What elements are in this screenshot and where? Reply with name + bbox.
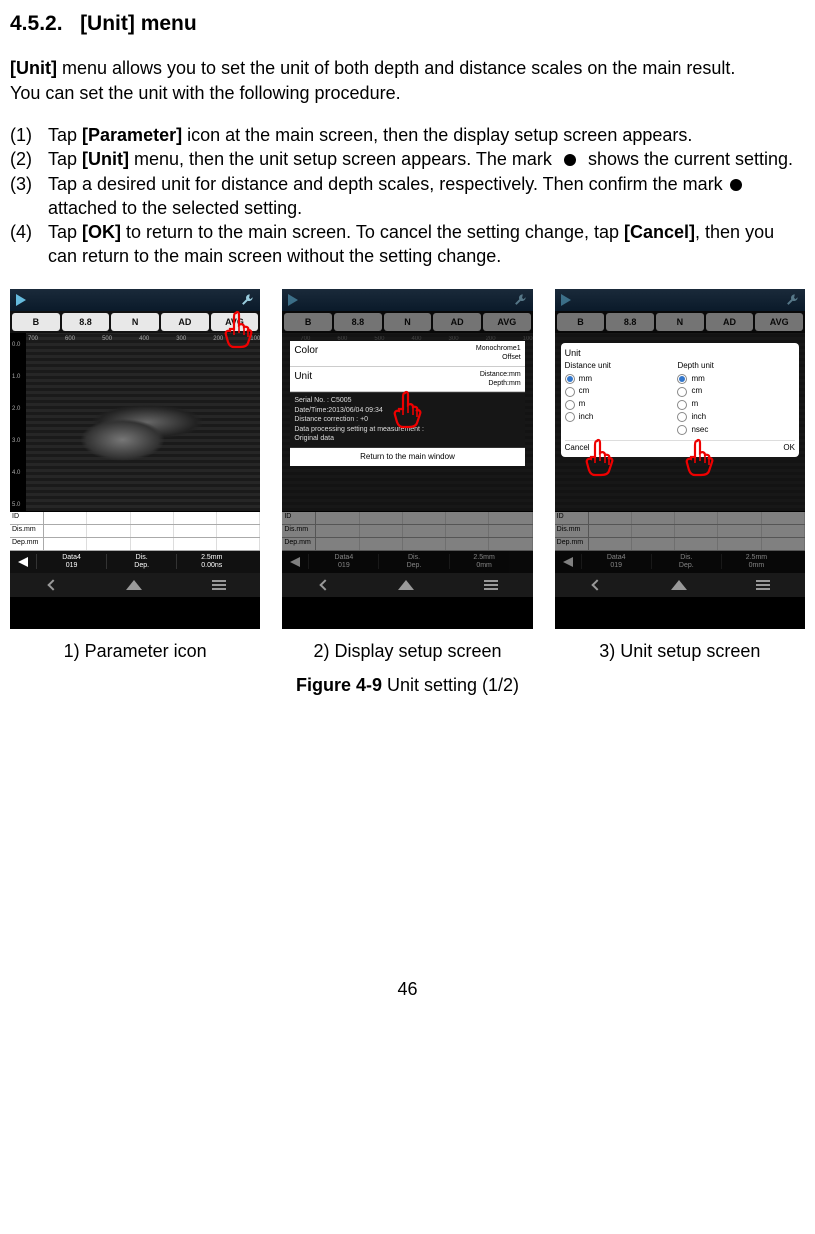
nav-menu-icon[interactable] (212, 580, 226, 590)
section-number: 4.5.2. (10, 12, 63, 35)
caption-2: 2) Display setup screen (313, 639, 501, 663)
pill-ad[interactable]: AD (161, 313, 209, 331)
nav-back-icon[interactable] (319, 579, 330, 590)
nav-back-icon[interactable] (592, 579, 603, 590)
hand-pointer-icon (391, 389, 423, 429)
pill-88[interactable]: 8.8 (62, 313, 110, 331)
step-body-1: Tap [Parameter] icon at the main screen,… (48, 123, 805, 147)
nav-home-icon[interactable] (126, 580, 142, 590)
settings-wrench-icon[interactable] (785, 293, 799, 307)
figure-label: Figure 4-9 Unit setting (1/2) (10, 673, 805, 697)
pill-n[interactable]: N (111, 313, 159, 331)
distance-unit-column: Distance unit mm cm m inch (565, 361, 676, 425)
nav-home-icon[interactable] (671, 580, 687, 590)
step-body-4: Tap [OK] to return to the main screen. T… (48, 220, 805, 269)
play-icon[interactable] (288, 294, 298, 306)
radio-inch[interactable]: inch (565, 412, 676, 423)
nav-home-icon[interactable] (398, 580, 414, 590)
hand-pointer-icon (683, 437, 715, 477)
screenshot-parameter-icon: B 8.8 N AD AVG 700600500400300200100 0.0… (10, 289, 260, 629)
step-num-2: (2) (10, 147, 48, 171)
hand-pointer-icon (583, 437, 615, 477)
footer-bar: Data4019 Dis.Dep. 2.5mm0.00ns (10, 551, 260, 573)
vertical-scale: 0.01.02.03.04.05.0 (10, 333, 26, 511)
screenshot-display-setup: B8.8NADAVG 700600500400300200100 Color M… (282, 289, 532, 629)
hand-pointer-icon (222, 309, 254, 349)
section-title: [Unit] menu (80, 12, 197, 35)
nav-menu-icon[interactable] (756, 580, 770, 590)
settings-wrench-icon[interactable] (513, 293, 527, 307)
nav-back-icon[interactable] (47, 579, 58, 590)
nav-menu-icon[interactable] (484, 580, 498, 590)
return-button[interactable]: Return to the main window (290, 448, 524, 467)
intro-bold: [Unit] (10, 58, 57, 78)
settings-wrench-icon[interactable] (240, 293, 254, 307)
pill-b[interactable]: B (12, 313, 60, 331)
page-number: 46 (10, 977, 805, 1001)
radio-m[interactable]: m (565, 399, 676, 410)
radio-cm-depth[interactable]: cm (677, 386, 788, 397)
bullet-mark (730, 179, 742, 191)
intro-text-2: You can set the unit with the following … (10, 83, 401, 103)
depth-unit-column: Depth unit mm cm m inch nsec (677, 361, 788, 438)
result-table: ID Dis.mm Dep.mm (10, 511, 260, 551)
step-num-4: (4) (10, 220, 48, 269)
menu-color[interactable]: Color Monochrome1 Offset (290, 341, 524, 367)
step-body-3: Tap a desired unit for distance and dept… (48, 172, 805, 221)
screenshot-unit-setup: B8.8NADAVG Unit Distance unit mm cm m in… (555, 289, 805, 629)
popup-title: Unit (565, 347, 795, 359)
radio-cm[interactable]: cm (565, 386, 676, 397)
radar-image (10, 333, 260, 511)
radio-mm-depth[interactable]: mm (677, 374, 788, 385)
intro-text-1: menu allows you to set the unit of both … (57, 58, 735, 78)
caption-1: 1) Parameter icon (64, 639, 207, 663)
radio-nsec-depth[interactable]: nsec (677, 425, 788, 436)
step-num-1: (1) (10, 123, 48, 147)
radio-m-depth[interactable]: m (677, 399, 788, 410)
intro-paragraph: [Unit] menu allows you to set the unit o… (10, 56, 805, 105)
back-arrow-icon[interactable] (10, 551, 36, 573)
caption-3: 3) Unit setup screen (599, 639, 760, 663)
step-num-3: (3) (10, 172, 48, 221)
play-icon[interactable] (16, 294, 26, 306)
radio-mm[interactable]: mm (565, 374, 676, 385)
play-icon[interactable] (561, 294, 571, 306)
ok-button[interactable]: OK (783, 443, 795, 454)
radio-inch-depth[interactable]: inch (677, 412, 788, 423)
step-body-2: Tap [Unit] menu, then the unit setup scr… (48, 147, 805, 171)
bullet-mark (564, 154, 576, 166)
